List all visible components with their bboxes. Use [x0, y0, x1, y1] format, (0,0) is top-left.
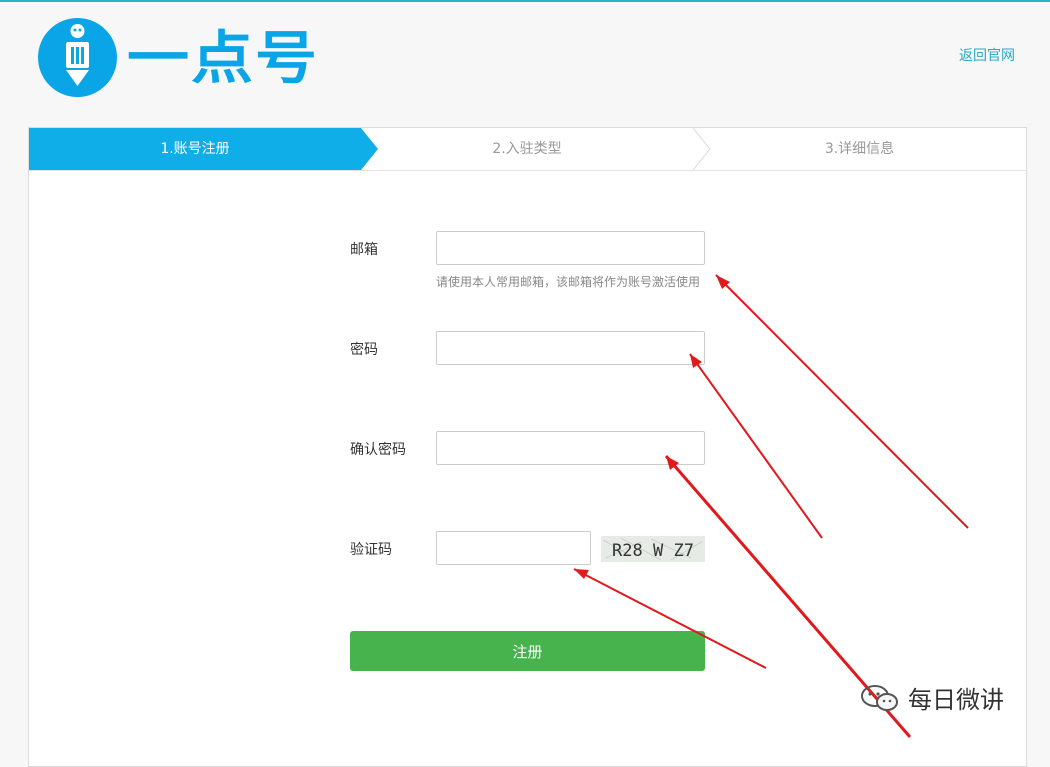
email-field[interactable]: [436, 231, 705, 265]
captcha-field[interactable]: [436, 531, 591, 565]
logo-mascot-icon: [38, 18, 117, 97]
step-entry-type: 2.入驻类型: [492, 141, 562, 157]
captcha-image[interactable]: R28 W Z7: [601, 536, 705, 562]
back-to-site-link[interactable]: 返回官网: [959, 45, 1015, 65]
captcha-text: R28 W Z7: [612, 541, 694, 561]
wechat-icon: [861, 684, 898, 711]
step-progress-bar: 1.账号注册 2.入驻类型 3.详细信息: [29, 128, 1026, 171]
email-label: 邮箱: [350, 242, 378, 258]
watermark-text: 每日微讲: [908, 686, 1004, 714]
watermark: 每日微讲: [860, 680, 1004, 715]
registration-panel: 1.账号注册 2.入驻类型 3.详细信息 邮箱 请使用本人常用邮箱，该邮箱将作为…: [28, 127, 1027, 767]
confirm-password-field[interactable]: [436, 431, 705, 465]
password-label: 密码: [350, 342, 378, 358]
password-field[interactable]: [436, 331, 705, 365]
register-button[interactable]: 注册: [350, 631, 705, 671]
captcha-label: 验证码: [350, 542, 392, 558]
email-hint: 请使用本人常用邮箱，该邮箱将作为账号激活使用: [436, 275, 701, 289]
logo-text: 一点号: [127, 23, 320, 91]
step-details: 3.详细信息: [824, 141, 895, 157]
logo: 一点号: [38, 18, 319, 97]
step-account-register: 1.账号注册: [160, 141, 230, 157]
confirm-password-label: 确认密码: [350, 442, 406, 458]
